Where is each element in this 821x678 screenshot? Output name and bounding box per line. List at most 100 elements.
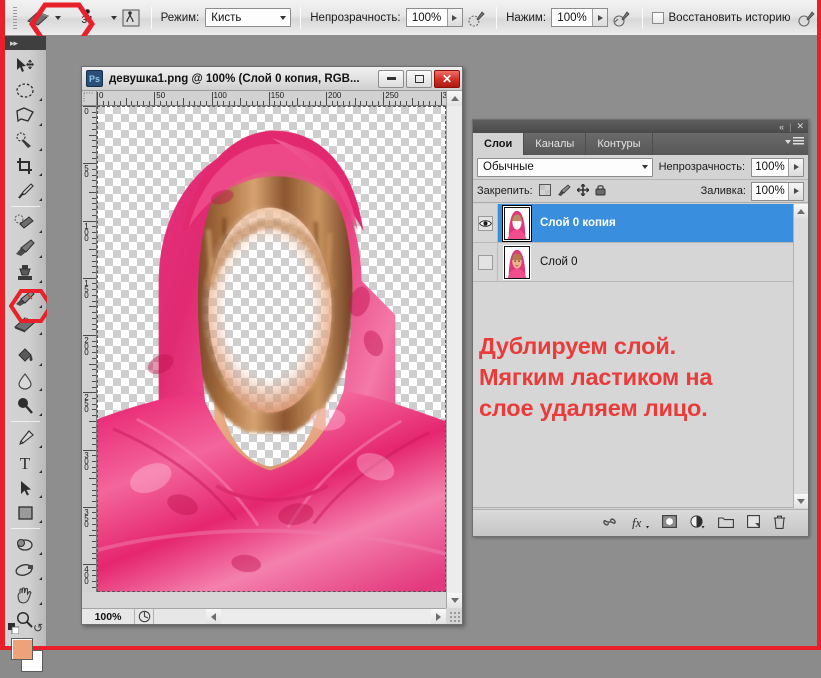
minimize-button[interactable]: [378, 69, 404, 88]
tool-crop[interactable]: [5, 153, 45, 178]
tool-move[interactable]: [5, 53, 45, 78]
tablet-pressure-size-icon[interactable]: [797, 5, 818, 31]
zoom-level-value[interactable]: 100%: [82, 611, 134, 623]
table-row[interactable]: Слой 0 копия: [473, 204, 793, 243]
lock-all-icon[interactable]: [595, 184, 606, 199]
horizontal-ruler[interactable]: 050100150200250300: [97, 91, 446, 106]
vertical-ruler[interactable]: 050100150200250300350400450: [82, 106, 97, 592]
photoshop-window: 34 Режим: Кисть Непрозрачность: 100% Наж…: [0, 0, 821, 672]
tool-quick-selection[interactable]: [5, 128, 45, 153]
opacity-input[interactable]: 100%: [405, 8, 463, 27]
ruler-tick: [429, 101, 431, 105]
toolbox-divider-2: [11, 421, 40, 422]
tool-brush[interactable]: [5, 235, 45, 260]
toolbox-expander[interactable]: ▸▸: [5, 36, 46, 50]
new-adjustment-layer-button[interactable]: [690, 514, 705, 532]
scroll-right-button[interactable]: [431, 609, 446, 624]
new-layer-button[interactable]: [747, 515, 760, 531]
layers-scroll-down-button[interactable]: [794, 494, 808, 508]
layer-fill-slider-arrow[interactable]: [788, 182, 803, 200]
lock-image-pixels-icon[interactable]: [557, 183, 571, 199]
tab-layers[interactable]: Слои: [473, 133, 525, 155]
layer-visibility-toggle[interactable]: [473, 204, 498, 242]
new-group-button[interactable]: [718, 516, 734, 531]
canvas-vertical-scrollbar[interactable]: [446, 91, 462, 608]
resize-grip[interactable]: [449, 611, 461, 623]
tool-3d-camera-orbit[interactable]: [5, 557, 45, 582]
layer-thumbnail[interactable]: [502, 204, 532, 242]
foreground-color-swatch[interactable]: [11, 638, 33, 660]
panel-menu-button[interactable]: [785, 137, 804, 146]
default-colors-icon[interactable]: [8, 623, 20, 635]
tool-eyedropper[interactable]: [5, 178, 45, 203]
image-canvas[interactable]: [97, 106, 446, 592]
restore-button[interactable]: [406, 69, 432, 88]
tab-paths[interactable]: Контуры: [586, 133, 653, 155]
add-layer-mask-button[interactable]: [662, 515, 677, 531]
layer-visibility-toggle[interactable]: [473, 243, 498, 281]
flow-input[interactable]: 100%: [551, 8, 609, 27]
delete-layer-button[interactable]: [773, 515, 786, 532]
document-titlebar[interactable]: Ps девушка1.png @ 100% (Слой 0 копия, RG…: [82, 67, 462, 91]
ruler-tick: [92, 151, 96, 153]
tool-eraser[interactable]: [5, 310, 45, 337]
panel-titlebar[interactable]: « | ✕: [473, 120, 808, 133]
tool-polygonal-lasso[interactable]: [5, 103, 45, 128]
ruler-tick: [303, 101, 305, 105]
close-button[interactable]: ✕: [434, 69, 460, 88]
layer-opacity-input[interactable]: 100%: [751, 157, 804, 177]
tool-pen[interactable]: [5, 425, 45, 450]
table-row[interactable]: Слой 0: [473, 243, 793, 282]
ruler-tick: [92, 283, 96, 285]
tool-rectangle-shape[interactable]: [5, 500, 45, 525]
brush-preset-chevron-down-icon[interactable]: [111, 15, 118, 20]
close-icon[interactable]: ✕: [796, 121, 804, 132]
scroll-left-button[interactable]: [206, 609, 221, 624]
tool-horizontal-type[interactable]: T: [5, 450, 45, 475]
tool-hand[interactable]: [5, 582, 45, 607]
ruler-corner[interactable]: [82, 91, 97, 106]
tool-clone-stamp[interactable]: [5, 260, 45, 285]
current-tool-preset-icon[interactable]: [25, 5, 51, 31]
options-bar-gripper[interactable]: [13, 6, 18, 29]
layer-style-button[interactable]: fx: [631, 515, 649, 532]
ruler-tick: [89, 191, 96, 193]
erase-history-checkbox[interactable]: Восстановить историю: [651, 11, 791, 24]
airbrush-icon[interactable]: [612, 5, 633, 31]
brush-size-picker[interactable]: 34: [65, 3, 109, 33]
color-swatches: ↺: [5, 621, 45, 678]
tab-channels[interactable]: Каналы: [524, 133, 587, 155]
collapse-to-icons-icon[interactable]: «: [779, 122, 784, 132]
layer-opacity-slider-arrow[interactable]: [788, 158, 803, 176]
ruler-tick: [92, 214, 96, 216]
tool-history-brush[interactable]: [5, 285, 45, 310]
ruler-tick: [154, 92, 156, 105]
document-info-icon[interactable]: [134, 609, 154, 624]
link-layers-button[interactable]: [601, 516, 618, 531]
scroll-up-button[interactable]: [447, 91, 462, 106]
ruler-tick: [92, 111, 96, 113]
scroll-down-button[interactable]: [447, 593, 462, 608]
layers-scroll-up-button[interactable]: [794, 204, 808, 218]
tool-preset-chevron-down-icon[interactable]: [55, 15, 62, 20]
layer-fill-input[interactable]: 100%: [751, 181, 804, 201]
brush-panel-toggle-icon[interactable]: [121, 5, 142, 31]
tool-paint-bucket[interactable]: [5, 343, 45, 368]
tool-elliptical-marquee[interactable]: [5, 78, 45, 103]
ruler-tick: [92, 466, 96, 468]
layer-thumbnail[interactable]: [504, 245, 530, 279]
tool-spot-healing-brush[interactable]: [5, 210, 45, 235]
tool-path-selection[interactable]: [5, 475, 45, 500]
canvas-horizontal-scrollbar[interactable]: [206, 608, 446, 624]
tool-dodge[interactable]: [5, 393, 45, 418]
tablet-pressure-opacity-icon[interactable]: [467, 5, 488, 31]
lock-position-icon[interactable]: [576, 183, 590, 199]
opacity-slider-arrow[interactable]: [446, 9, 462, 26]
tool-3d-object-rotate[interactable]: [5, 532, 45, 557]
erase-mode-select[interactable]: Кисть: [205, 8, 292, 27]
flow-slider-arrow[interactable]: [592, 9, 608, 26]
blend-mode-select[interactable]: Обычные: [477, 157, 653, 177]
tool-blur[interactable]: [5, 368, 45, 393]
swap-colors-icon[interactable]: ↺: [33, 621, 43, 635]
lock-transparent-pixels-icon[interactable]: [538, 183, 551, 199]
